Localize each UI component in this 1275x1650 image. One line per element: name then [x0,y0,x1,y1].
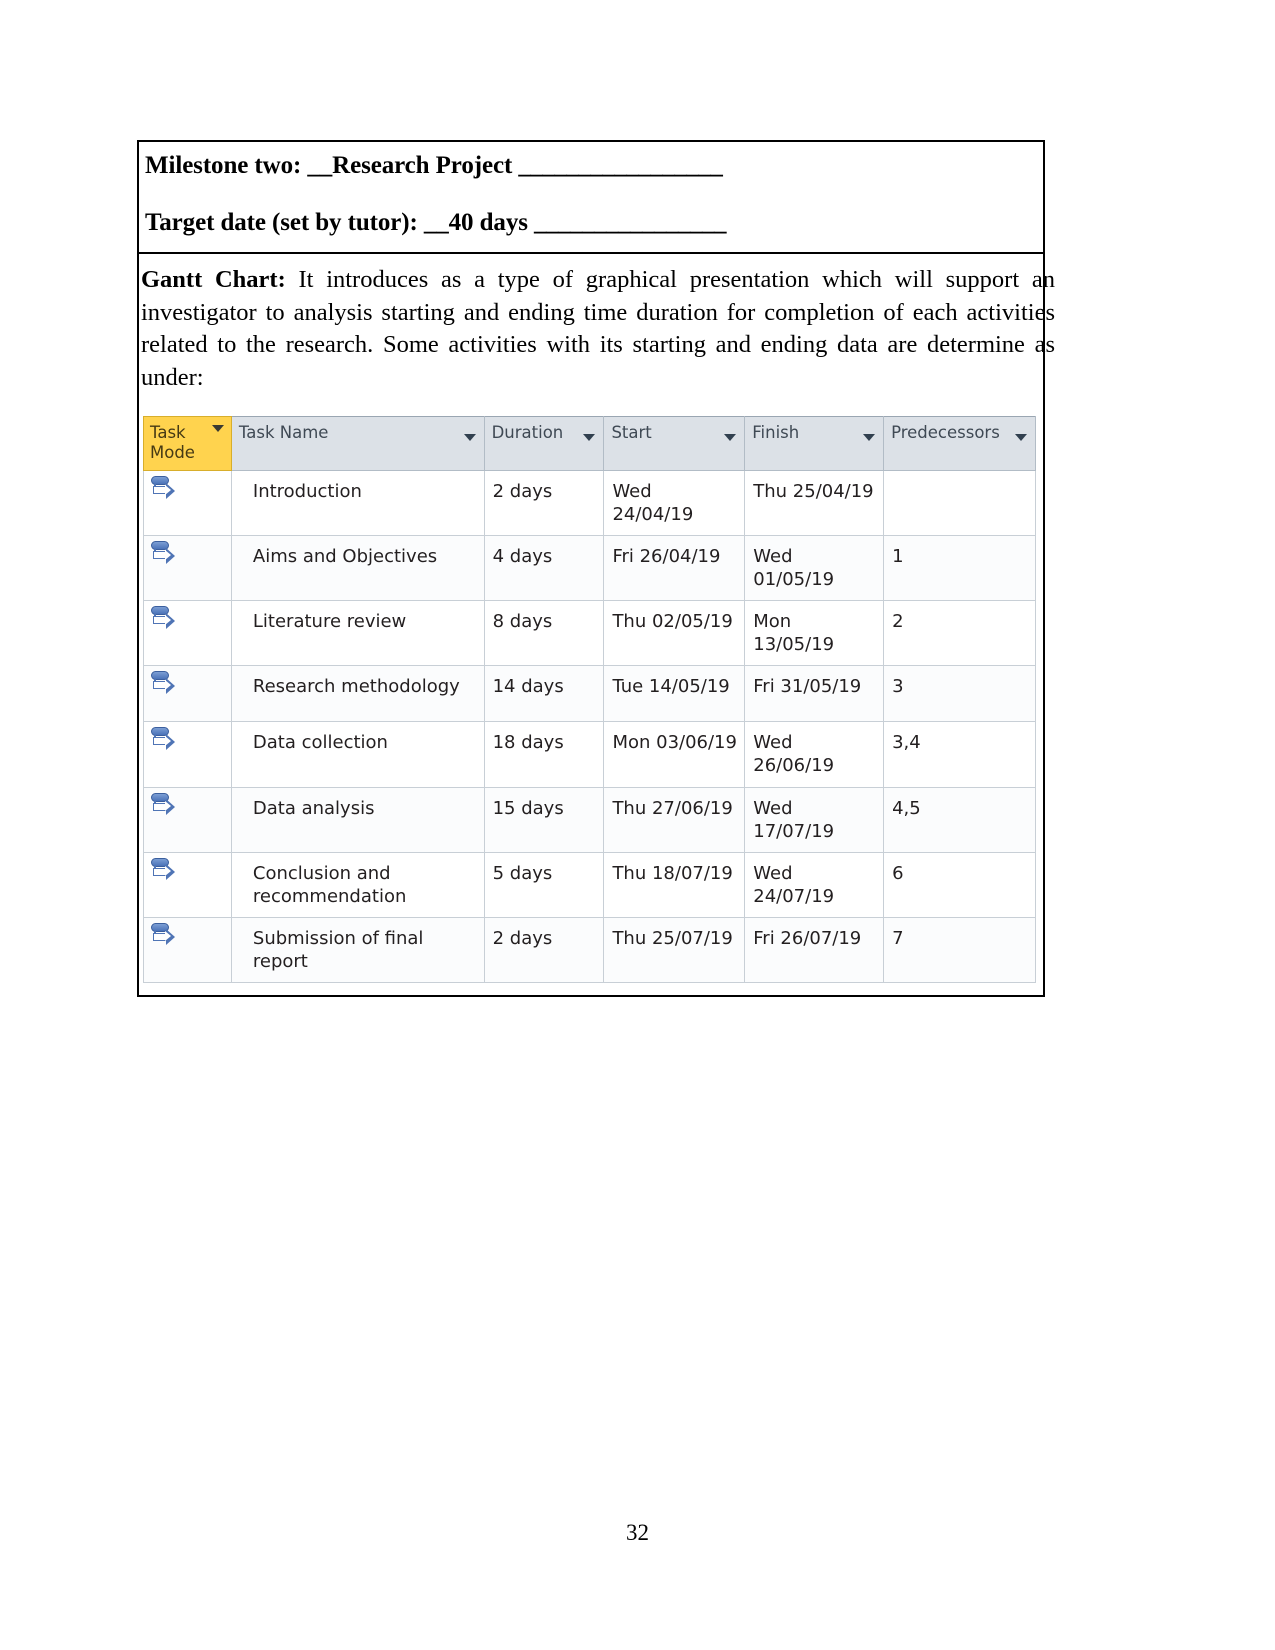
cell-predecessors[interactable]: 2 [883,600,1036,667]
cell-task-mode[interactable] [143,851,232,918]
column-header-finish[interactable]: Finish [744,416,885,472]
cell-predecessors[interactable]: 3 [883,665,1036,723]
cell-duration[interactable]: 18 days [483,721,605,788]
cell-duration[interactable]: 2 days [483,470,605,537]
auto-scheduled-icon[interactable] [150,792,176,821]
cell-start[interactable]: Tue 14/05/19 [603,665,746,723]
column-header-predecessors[interactable]: Predecessors [883,416,1036,472]
cell-predecessors[interactable]: 6 [883,851,1036,918]
auto-scheduled-icon[interactable] [150,541,176,569]
milestone-value: __Research Project [307,152,513,179]
auto-scheduled-icon[interactable] [150,671,176,699]
cell-predecessors[interactable] [883,470,1036,537]
cell-task-name[interactable]: Research methodology [230,665,485,723]
cell-finish[interactable]: Fri 31/05/19 [744,665,885,723]
cell-task-mode[interactable] [143,470,232,537]
cell-task-name[interactable]: Data analysis [230,786,485,853]
cell-duration[interactable]: 8 days [483,600,605,667]
auto-scheduled-icon[interactable] [150,606,176,634]
cell-start[interactable]: Wed 24/04/19 [603,470,746,537]
cell-task-name[interactable]: Literature review [230,600,485,667]
cell-task-mode[interactable] [143,721,232,788]
milestone-label: Milestone two: [145,152,302,179]
cell-finish[interactable]: Wed 01/05/19 [744,535,885,602]
gantt-chart-paragraph: Gantt Chart: It introduces as a type of … [141,264,1055,394]
cell-duration[interactable]: 2 days [483,916,605,983]
cell-start[interactable]: Thu 27/06/19 [603,786,746,853]
heading-zone: Milestone two: __Research Project ______… [139,142,1043,254]
table-row[interactable]: Data analysis 15 days Thu 27/06/19 Wed 17/0… [143,786,1036,853]
project-task-table: Task Mode Task Name Duration Start Finis… [143,416,1036,983]
cell-task-mode[interactable] [143,916,232,983]
column-header-duration[interactable]: Duration [483,416,605,472]
paragraph-lead-in: Gantt Chart: [141,266,286,293]
milestone-blank-rule: _________________ [518,152,723,179]
table-row[interactable]: Conclusion and recommendation 5 days Thu 1… [143,851,1036,918]
cell-finish[interactable]: Thu 25/04/19 [744,470,885,537]
cell-task-mode[interactable] [143,535,232,602]
table-body: Introduction 2 days Wed 24/04/19 Thu 25/04/… [143,470,1036,983]
cell-task-name[interactable]: Conclusion and recommendation [230,851,485,918]
table-row[interactable]: Aims and Objectives 4 days Fri 26/04/19 Wed… [143,535,1036,602]
auto-scheduled-icon[interactable] [150,727,176,755]
column-header-start[interactable]: Start [603,416,746,472]
cell-predecessors[interactable]: 7 [883,916,1036,983]
cell-finish[interactable]: Fri 26/07/19 [744,916,885,983]
column-header-finish-label: Finish [752,423,800,443]
table-header-row: Task Mode Task Name Duration Start Finis… [143,416,1036,472]
cell-task-name[interactable]: Submission of final report [230,916,485,983]
auto-scheduled-icon[interactable] [150,922,176,951]
column-header-task-name-label: Task Name [238,423,329,443]
cell-start[interactable]: Thu 25/07/19 [603,916,746,983]
column-header-task-name[interactable]: Task Name [230,416,485,472]
cell-task-name[interactable]: Data collection [230,721,485,788]
cell-duration[interactable]: 14 days [483,665,605,723]
paragraph-zone: Gantt Chart: It introduces as a type of … [139,254,1055,410]
column-header-predecessors-label: Predecessors [891,423,1000,443]
target-date-value: __40 days [423,209,528,236]
column-header-task-mode[interactable]: Task Mode [143,416,232,472]
column-header-duration-label: Duration [491,423,564,443]
cell-task-mode[interactable] [143,600,232,667]
page-number: 32 [626,1520,649,1545]
filter-arrow-predecessors-icon[interactable] [1015,434,1027,442]
filter-arrow-task-mode-icon[interactable] [211,425,224,433]
target-date-heading: Target date (set by tutor): __40 days __… [143,209,1043,236]
cell-task-mode[interactable] [143,665,232,723]
filter-arrow-task-name-icon[interactable] [463,434,476,442]
cell-task-mode[interactable] [143,786,232,853]
cell-finish[interactable]: Wed 17/07/19 [744,786,885,853]
cell-duration[interactable]: 4 days [483,535,605,602]
cell-finish[interactable]: Mon 13/05/19 [744,600,885,667]
table-row[interactable]: Literature review 8 days Thu 02/05/19 Mon 1… [143,600,1036,667]
target-date-label: Target date (set by tutor): [145,209,418,236]
filter-arrow-finish-icon[interactable] [863,434,876,442]
milestone-box: Milestone two: __Research Project ______… [137,140,1055,997]
cell-start[interactable]: Fri 26/04/19 [603,535,746,602]
auto-scheduled-icon[interactable] [150,857,176,886]
filter-arrow-start-icon[interactable] [724,434,737,442]
target-date-blank-rule: ________________ [534,209,727,236]
cell-start[interactable]: Mon 03/06/19 [603,721,746,788]
cell-finish[interactable]: Wed 26/06/19 [744,721,885,788]
cell-predecessors[interactable]: 3,4 [883,721,1036,788]
column-header-task-mode-label: Task Mode [150,423,195,462]
cell-predecessors[interactable]: 4,5 [883,786,1036,853]
table-row[interactable]: Introduction 2 days Wed 24/04/19 Thu 25/04/… [143,470,1036,537]
cell-task-name[interactable]: Aims and Objectives [230,535,485,602]
cell-start[interactable]: Thu 18/07/19 [603,851,746,918]
column-header-start-label: Start [611,423,652,443]
milestone-heading: Milestone two: __Research Project ______… [143,152,1043,179]
filter-arrow-duration-icon[interactable] [583,434,596,442]
auto-scheduled-icon[interactable] [150,476,176,504]
cell-finish[interactable]: Wed 24/07/19 [744,851,885,918]
table-row[interactable]: Submission of final report 2 days Thu 25/0… [143,916,1036,983]
cell-predecessors[interactable]: 1 [883,535,1036,602]
cell-task-name[interactable]: Introduction [230,470,485,537]
table-row[interactable]: Research methodology 14 days Tue 14/05/19 F… [143,665,1036,723]
cell-start[interactable]: Thu 02/05/19 [603,600,746,667]
cell-duration[interactable]: 5 days [483,851,605,918]
table-row[interactable]: Data collection 18 days Mon 03/06/19 Wed 26… [143,721,1036,788]
cell-duration[interactable]: 15 days [483,786,605,853]
